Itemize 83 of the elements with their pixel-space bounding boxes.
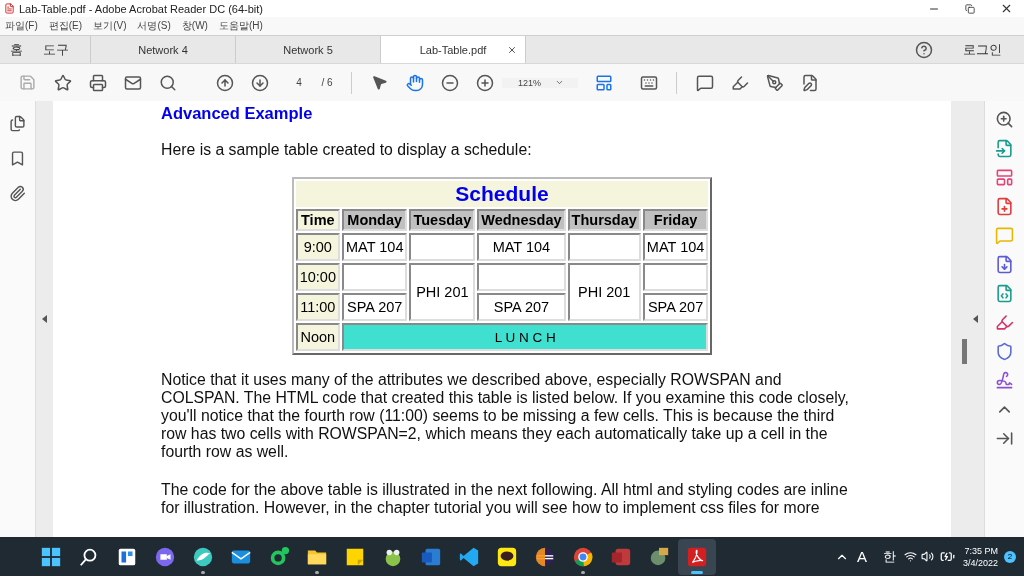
scrollbar-thumb[interactable] <box>962 339 967 364</box>
globe-icon <box>648 545 670 568</box>
table-cell: MAT 104 <box>642 233 709 261</box>
tab-label: Lab-Table.pdf <box>419 43 487 56</box>
file-compress-icon[interactable] <box>995 284 1014 303</box>
column-header: Monday <box>341 209 408 231</box>
lunch-cell: L U N C H <box>341 323 709 351</box>
code-editor-icon <box>458 545 480 568</box>
table-title: Schedule <box>295 181 709 207</box>
zoom-dropdown[interactable]: 121% <box>502 77 578 88</box>
language-indicator[interactable]: 한 <box>874 547 904 566</box>
windows-icon <box>40 545 62 568</box>
ring-icon <box>268 545 290 568</box>
close-icon[interactable] <box>507 44 517 55</box>
time-cell: 9:00 <box>295 233 340 261</box>
paragraph: Here is a sample table created to display a schedule: <box>161 141 533 159</box>
time-cell: Noon <box>295 323 340 351</box>
table-cell: PHI 201 <box>409 263 476 321</box>
paperclip-icon[interactable] <box>9 185 26 202</box>
tab-label: Network 5 <box>283 43 333 56</box>
restore-icon[interactable] <box>965 3 975 14</box>
table-cell <box>409 233 476 261</box>
column-header: Wednesday <box>477 209 566 231</box>
tab-label: Network 4 <box>138 43 188 56</box>
caret-icon[interactable] <box>555 78 565 87</box>
table-cell: SPA 207 <box>477 293 566 321</box>
pdf-icon <box>686 545 708 568</box>
speech-bubble-icon <box>496 545 518 568</box>
pages-icon[interactable] <box>9 115 26 132</box>
video-chat-icon <box>154 545 176 568</box>
page-number-field[interactable]: 4 <box>285 77 313 88</box>
input-mode[interactable]: A <box>848 548 875 565</box>
menu-item[interactable]: 보기(V) <box>93 19 127 33</box>
eclipse-icon <box>534 545 556 568</box>
menu-item[interactable]: 파일(F) <box>5 19 38 33</box>
menu-item[interactable]: 편집(E) <box>48 19 83 33</box>
window-title: Lab-Table.pdf - Adobe Acrobat Reader DC (64-bit) <box>19 2 264 15</box>
login-button[interactable]: 로그인 <box>933 36 1024 63</box>
column-header: Friday <box>642 209 709 231</box>
table-cell: SPA 207 <box>341 293 408 321</box>
shield-icon[interactable] <box>995 342 1014 361</box>
file-add-icon[interactable] <box>995 197 1014 216</box>
menu-item[interactable]: 창(W) <box>181 19 208 33</box>
table-cell <box>642 263 709 291</box>
heading: Advanced Example <box>161 104 313 123</box>
page-total: / 6 <box>320 77 334 88</box>
paragraph: Notice that it uses many of the attributes we described above, especially ROWSPAN and COLSPAN. The HTML code that created this table is listed below. If you examine this code closely, you'll notice that the fourth row (11:00) seems to be missing a few cells. This is because the third row has two cells with ROWSPAN=2, which means they each automatically take up a cell in the fourth row as well. <box>161 371 850 461</box>
paragraph: The code for the above table is illustrated in the next following. All html and styling codes are inline for illustration. However, in the chapter tutorial you will see how to implement css files for more <box>161 481 849 517</box>
table-cell: PHI 201 <box>567 263 641 321</box>
help-icon[interactable] <box>915 40 933 59</box>
time-cell: 11:00 <box>295 293 340 321</box>
menu-item[interactable]: 서명(S) <box>137 19 171 33</box>
table-cell: SPA 207 <box>642 293 709 321</box>
zoom-icon[interactable] <box>995 110 1014 129</box>
column-header: Tuesday <box>409 209 476 231</box>
column-header: Time <box>295 209 340 231</box>
clock[interactable]: 7:35 PM 3/4/2022 <box>954 544 1004 569</box>
nav-tab[interactable]: 홈 <box>0 36 33 63</box>
battery-icon[interactable] <box>939 549 955 564</box>
bookmark-icon[interactable] <box>9 150 26 167</box>
layout-icon[interactable] <box>995 168 1014 187</box>
collapse-arrow-icon[interactable] <box>973 315 978 323</box>
document-tab[interactable]: Lab-Table.pdf <box>381 36 526 63</box>
pdf-icon <box>4 3 15 14</box>
file-export-icon[interactable] <box>995 139 1014 158</box>
zoom-value: 121% <box>518 77 542 88</box>
time-cell: 10:00 <box>295 263 340 291</box>
wifi-icon[interactable] <box>903 550 917 563</box>
table-cell <box>341 263 408 291</box>
signature-icon[interactable] <box>995 371 1014 390</box>
highlighter-icon[interactable] <box>995 313 1014 332</box>
file-download-icon[interactable] <box>995 255 1014 274</box>
column-header: Thursday <box>567 209 641 231</box>
collapse-panel-icon[interactable] <box>995 429 1014 448</box>
collapse-arrow-icon[interactable] <box>42 315 47 323</box>
browser-icon <box>572 545 594 568</box>
notification-badge[interactable]: 2 <box>1004 550 1016 563</box>
volume-icon[interactable] <box>920 550 934 563</box>
taskbar-app[interactable] <box>678 538 716 575</box>
table-cell: MAT 104 <box>341 233 408 261</box>
table-cell: MAT 104 <box>477 233 566 261</box>
nav-tab[interactable]: 도구 <box>33 36 79 63</box>
menu-item[interactable]: 도움말(H) <box>218 19 263 33</box>
